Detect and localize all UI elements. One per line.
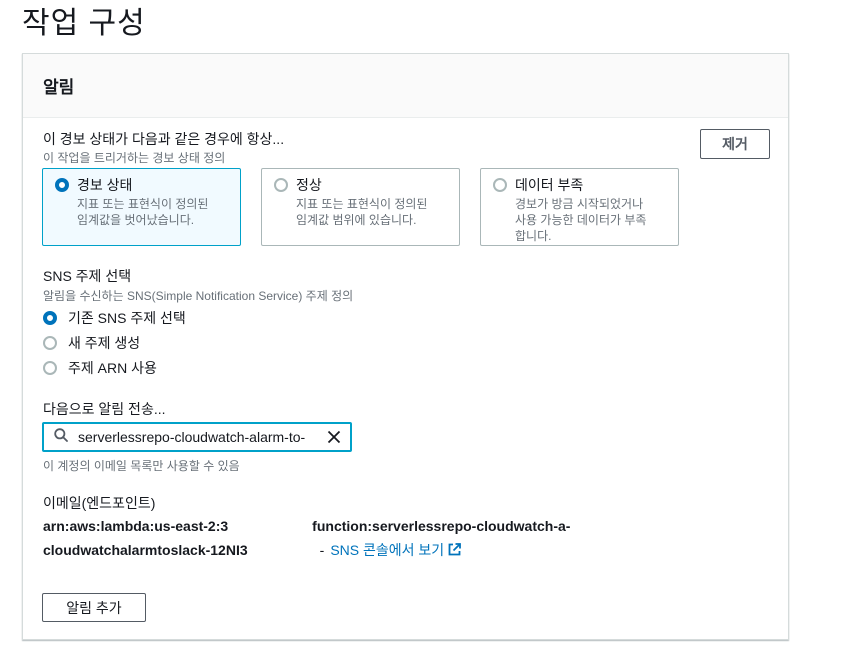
radio-new-topic[interactable]: 새 주제 생성 <box>43 333 140 353</box>
tile-desc-line: 합니다. <box>515 229 552 243</box>
endpoint-arn-line-2: cloudwatchalarmtoslack-12NI3 - SNS 콘솔에서 보기 <box>43 540 462 560</box>
tile-description: 지표 또는 표현식이 정의된 임계값 범위에 있습니다. <box>296 196 449 228</box>
topic-search-input[interactable] <box>76 428 326 446</box>
alarm-state-description: 이 작업을 트리거하는 경보 상태 정의 <box>43 151 226 165</box>
external-link-icon <box>448 543 462 559</box>
radio-label: 주제 ARN 사용 <box>68 360 157 376</box>
close-icon[interactable] <box>326 429 342 445</box>
panel-title: 알림 <box>43 78 75 97</box>
email-endpoint-label: 이메일(엔드포인트) <box>43 495 156 511</box>
radio-label: 기존 SNS 주제 선택 <box>68 310 186 326</box>
tile-ok[interactable]: 정상 지표 또는 표현식이 정의된 임계값 범위에 있습니다. <box>261 168 460 246</box>
tile-title: 데이터 부족 <box>515 177 584 193</box>
notification-panel: 알림 이 경보 상태가 다음과 같은 경우에 항상... 이 작업을 트리거하는… <box>22 53 789 640</box>
tile-desc-line: 지표 또는 표현식이 정의된 <box>77 197 209 211</box>
search-icon <box>54 427 68 447</box>
radio-topic-arn[interactable]: 주제 ARN 사용 <box>43 358 157 378</box>
arn-text: arn:aws:lambda:us-east-2:3 <box>43 518 229 534</box>
radio-button[interactable] <box>43 336 57 350</box>
radio-label: 새 주제 생성 <box>68 335 141 351</box>
radio-ok[interactable] <box>274 178 288 192</box>
tile-title: 정상 <box>296 177 322 193</box>
sns-console-link[interactable]: SNS 콘솔에서 보기 <box>330 542 462 559</box>
page-title: 작업 구성 <box>22 7 146 40</box>
radio-button[interactable] <box>43 311 57 325</box>
radio-existing-topic[interactable]: 기존 SNS 주제 선택 <box>43 308 186 328</box>
tile-insufficient-data[interactable]: 데이터 부족 경보가 방금 시작되었거나 사용 가능한 데이터가 부족 합니다. <box>480 168 679 246</box>
tile-desc-line: 임계값 범위에 있습니다. <box>296 213 417 227</box>
search-hint: 이 계정의 이메일 목록만 사용할 수 있음 <box>43 459 240 473</box>
arn-separator: - <box>319 542 325 558</box>
redacted-region <box>247 543 320 560</box>
arn-text: function:serverlessrepo-cloudwatch-a- <box>312 518 571 534</box>
radio-insufficient-data[interactable] <box>493 178 507 192</box>
tile-desc-line: 지표 또는 표현식이 정의된 <box>296 197 428 211</box>
endpoint-arn-line-1: arn:aws:lambda:us-east-2:3 function:serve… <box>43 518 571 536</box>
sns-topic-description: 알림을 수신하는 SNS(Simple Notification Service… <box>43 289 354 303</box>
topic-search-field[interactable] <box>42 422 352 452</box>
radio-in-alarm[interactable] <box>55 178 69 192</box>
send-to-label: 다음으로 알림 전송... <box>43 401 166 417</box>
tile-desc-line: 사용 가능한 데이터가 부족 <box>515 213 647 227</box>
remove-button[interactable]: 제거 <box>700 129 770 159</box>
radio-button[interactable] <box>43 361 57 375</box>
arn-text: cloudwatchalarmtoslack-12NI3 <box>43 542 248 558</box>
tile-desc-line: 경보가 방금 시작되었거나 <box>515 197 644 211</box>
panel-header: 알림 <box>23 54 788 118</box>
add-notification-button[interactable]: 알림 추가 <box>42 593 146 622</box>
tile-desc-line: 임계값을 벗어났습니다. <box>77 213 195 227</box>
tile-description: 지표 또는 표현식이 정의된 임계값을 벗어났습니다. <box>77 196 230 228</box>
link-text: SNS 콘솔에서 보기 <box>330 542 445 558</box>
sns-topic-label: SNS 주제 선택 <box>43 268 132 284</box>
alarm-state-label: 이 경보 상태가 다음과 같은 경우에 항상... <box>43 131 285 147</box>
tile-description: 경보가 방금 시작되었거나 사용 가능한 데이터가 부족 합니다. <box>515 196 668 244</box>
tile-title: 경보 상태 <box>77 177 133 193</box>
tile-in-alarm[interactable]: 경보 상태 지표 또는 표현식이 정의된 임계값을 벗어났습니다. <box>42 168 241 246</box>
redacted-region <box>228 519 313 536</box>
